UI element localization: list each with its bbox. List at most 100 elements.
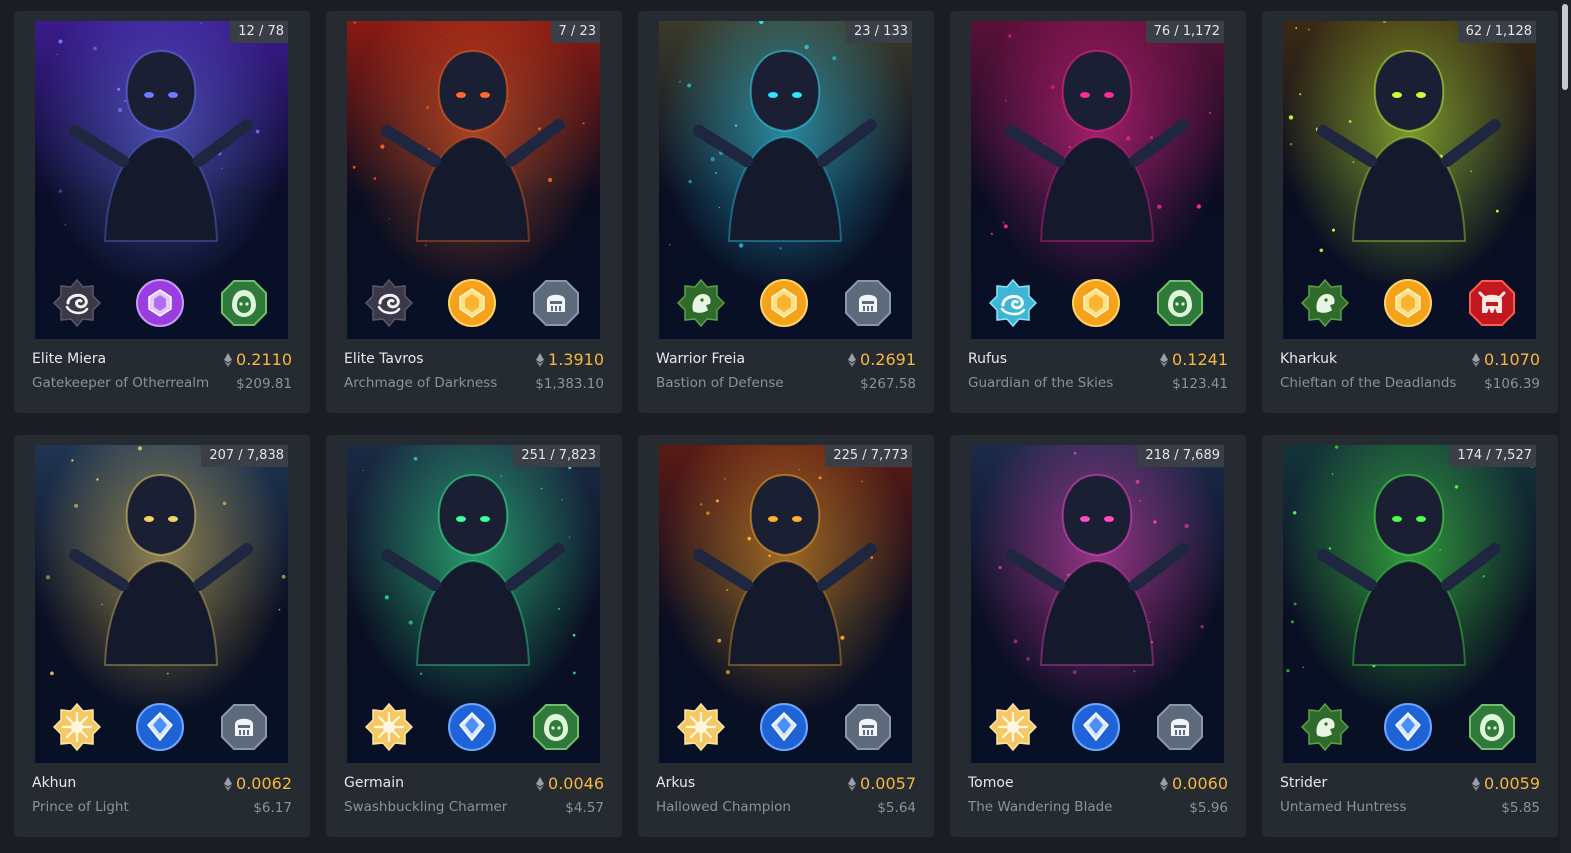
edition-counter: 218 / 7,689 xyxy=(1137,445,1224,467)
price-eth: 0.1070 xyxy=(1472,350,1540,369)
hero-card[interactable]: 12 / 78 Elite Miera Gatekeeper of Otherrea… xyxy=(14,11,310,413)
trait-badges xyxy=(1283,703,1536,751)
edition-counter: 174 / 7,527 xyxy=(1449,445,1536,467)
eth-icon xyxy=(848,776,857,791)
light-badge-icon[interactable] xyxy=(677,703,725,751)
hero-card[interactable]: 7 / 23 Elite Tavros Archmage of Darkness 1.… xyxy=(326,11,622,413)
hero-title: Gatekeeper of Otherrealm xyxy=(32,375,210,391)
hero-artwork[interactable]: 225 / 7,773 xyxy=(659,445,912,763)
price-usd: $5.85 xyxy=(1501,800,1540,816)
eth-icon xyxy=(224,352,233,367)
price-eth-value: 0.0057 xyxy=(860,774,916,793)
hero-title: Bastion of Defense xyxy=(656,375,784,391)
gold-gem-badge-icon[interactable] xyxy=(448,279,496,327)
hero-artwork[interactable]: 12 / 78 xyxy=(35,21,288,339)
orc-helm-badge-icon[interactable] xyxy=(1468,279,1516,327)
hero-artwork[interactable]: 174 / 7,527 xyxy=(1283,445,1536,763)
hero-artwork[interactable]: 251 / 7,823 xyxy=(347,445,600,763)
trait-badges xyxy=(35,279,288,327)
trait-badges xyxy=(347,703,600,751)
hero-name: Germain xyxy=(344,775,404,791)
nature-hood-badge-icon[interactable] xyxy=(532,703,580,751)
blue-gem-badge-icon[interactable] xyxy=(760,703,808,751)
hero-title: Guardian of the Skies xyxy=(968,375,1114,391)
price-eth: 0.0046 xyxy=(536,774,604,793)
hero-artwork[interactable]: 76 / 1,172 xyxy=(971,21,1224,339)
nature-hood-badge-icon[interactable] xyxy=(1156,279,1204,327)
hero-card[interactable]: 218 / 7,689 Tomoe The Wandering Blade 0.006… xyxy=(950,435,1246,837)
knight-helm-badge-icon[interactable] xyxy=(1156,703,1204,751)
price-usd: $123.41 xyxy=(1172,376,1228,392)
hero-card[interactable]: 62 / 1,128 Kharkuk Chieftan of the Deadlan… xyxy=(1262,11,1558,413)
edition-counter: 7 / 23 xyxy=(550,21,600,43)
hero-card[interactable]: 251 / 7,823 Germain Swashbuckling Charmer 0… xyxy=(326,435,622,837)
beast-badge-icon[interactable] xyxy=(677,279,725,327)
price-eth-value: 0.1070 xyxy=(1484,350,1540,369)
void-badge-icon[interactable] xyxy=(365,279,413,327)
knight-helm-badge-icon[interactable] xyxy=(220,703,268,751)
hero-card[interactable]: 76 / 1,172 Rufus Guardian of the Skies 0.12… xyxy=(950,11,1246,413)
edition-counter: 62 / 1,128 xyxy=(1457,21,1536,43)
hero-title: Swashbuckling Charmer xyxy=(344,799,508,815)
price-eth-value: 0.0059 xyxy=(1484,774,1540,793)
scrollbar-track[interactable] xyxy=(1560,0,1571,853)
price-usd: $5.96 xyxy=(1189,800,1228,816)
hero-artwork[interactable]: 7 / 23 xyxy=(347,21,600,339)
scrollbar-thumb[interactable] xyxy=(1562,4,1568,90)
hero-card[interactable]: 174 / 7,527 Strider Untamed Huntress 0.0059… xyxy=(1262,435,1558,837)
hero-name: Arkus xyxy=(656,775,696,791)
hero-name: Kharkuk xyxy=(1280,351,1338,367)
trait-badges xyxy=(971,279,1224,327)
price-eth-value: 0.2110 xyxy=(236,350,292,369)
hero-artwork[interactable]: 207 / 7,838 xyxy=(35,445,288,763)
wind-badge-icon[interactable] xyxy=(989,279,1037,327)
eth-icon xyxy=(224,776,233,791)
price-eth-value: 0.0060 xyxy=(1172,774,1228,793)
light-badge-icon[interactable] xyxy=(53,703,101,751)
void-badge-icon[interactable] xyxy=(53,279,101,327)
light-badge-icon[interactable] xyxy=(989,703,1037,751)
price-eth-value: 0.0046 xyxy=(548,774,604,793)
knight-helm-badge-icon[interactable] xyxy=(532,279,580,327)
gold-gem-badge-icon[interactable] xyxy=(1384,279,1432,327)
beast-badge-icon[interactable] xyxy=(1301,703,1349,751)
trait-badges xyxy=(35,703,288,751)
nature-hood-badge-icon[interactable] xyxy=(1468,703,1516,751)
hero-artwork[interactable]: 23 / 133 xyxy=(659,21,912,339)
price-eth: 0.0060 xyxy=(1160,774,1228,793)
blue-gem-badge-icon[interactable] xyxy=(1384,703,1432,751)
light-badge-icon[interactable] xyxy=(365,703,413,751)
hero-title: Prince of Light xyxy=(32,799,129,815)
hero-name: Akhun xyxy=(32,775,77,791)
hero-name: Elite Tavros xyxy=(344,351,424,367)
price-usd: $267.58 xyxy=(860,376,916,392)
knight-helm-badge-icon[interactable] xyxy=(844,279,892,327)
price-usd: $4.57 xyxy=(565,800,604,816)
price-usd: $5.64 xyxy=(877,800,916,816)
trait-badges xyxy=(659,279,912,327)
nature-hood-badge-icon[interactable] xyxy=(220,279,268,327)
eth-icon xyxy=(1472,776,1481,791)
price-usd: $6.17 xyxy=(253,800,292,816)
hero-artwork[interactable]: 218 / 7,689 xyxy=(971,445,1224,763)
hero-card[interactable]: 225 / 7,773 Arkus Hallowed Champion 0.0057 $… xyxy=(638,435,934,837)
price-eth-value: 0.0062 xyxy=(236,774,292,793)
eth-icon xyxy=(1160,352,1169,367)
beast-badge-icon[interactable] xyxy=(1301,279,1349,327)
violet-gem-badge-icon[interactable] xyxy=(136,279,184,327)
price-usd: $209.81 xyxy=(236,376,292,392)
blue-gem-badge-icon[interactable] xyxy=(136,703,184,751)
gold-gem-badge-icon[interactable] xyxy=(760,279,808,327)
blue-gem-badge-icon[interactable] xyxy=(448,703,496,751)
price-eth-value: 1.3910 xyxy=(548,350,604,369)
blue-gem-badge-icon[interactable] xyxy=(1072,703,1120,751)
hero-artwork[interactable]: 62 / 1,128 xyxy=(1283,21,1536,339)
gold-gem-badge-icon[interactable] xyxy=(1072,279,1120,327)
hero-card[interactable]: 23 / 133 Warrior Freia Bastion of Defense 0… xyxy=(638,11,934,413)
price-eth: 0.1241 xyxy=(1160,350,1228,369)
hero-card[interactable]: 207 / 7,838 Akhun Prince of Light 0.0062 $6.… xyxy=(14,435,310,837)
hero-name: Warrior Freia xyxy=(656,351,746,367)
hero-title: Archmage of Darkness xyxy=(344,375,498,391)
price-eth: 0.0057 xyxy=(848,774,916,793)
knight-helm-badge-icon[interactable] xyxy=(844,703,892,751)
